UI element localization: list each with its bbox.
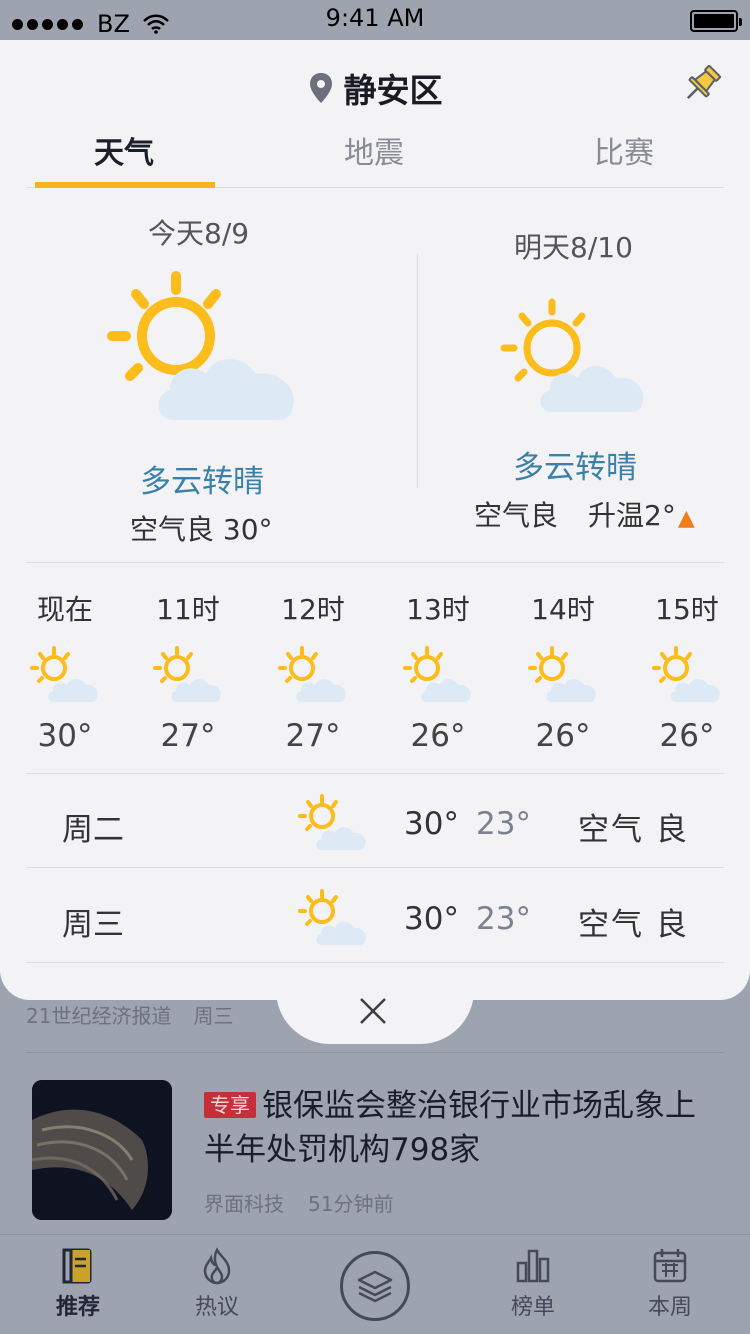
today-condition: 多云转晴 [140, 464, 264, 500]
daily-day: 周三 [62, 907, 124, 943]
tab-weather[interactable]: 天气 [94, 128, 154, 172]
close-icon[interactable] [357, 995, 389, 1027]
section-divider [26, 562, 724, 563]
daily-day: 周二 [62, 812, 124, 848]
tab-recommend-label: 推荐 [55, 1295, 100, 1320]
hour-temp: 30° [37, 718, 93, 754]
feed-divider [26, 1052, 724, 1053]
tab-ranking-label: 榜单 [510, 1295, 555, 1320]
battery-icon [690, 10, 742, 32]
location-header[interactable]: 静安区 [0, 64, 750, 112]
bar-chart-icon [516, 1249, 550, 1283]
daily-air: 空气 良 [578, 907, 689, 943]
today-air-temp: 空气良 30° [130, 513, 273, 546]
exclusive-tag: 专享 [204, 1092, 256, 1118]
center-menu-button[interactable] [340, 1251, 410, 1321]
daily-high: 30° [404, 806, 459, 842]
hour-item: 12时 27° [258, 588, 368, 754]
flame-icon [203, 1247, 231, 1285]
tab-earthquake[interactable]: 地震 [344, 128, 404, 172]
daily-low: 23° [476, 806, 531, 842]
partly-cloudy-sunny-icon [30, 646, 98, 702]
hour-temp: 27° [285, 718, 341, 754]
category-tabs: 天气 地震 比赛 [26, 120, 724, 188]
hour-time: 13时 [406, 593, 470, 626]
partly-cloudy-sunny-icon [652, 646, 720, 702]
hour-item: 15时 26° [632, 588, 742, 754]
tab-recommend[interactable]: 推荐 [33, 1247, 123, 1321]
hour-time: 12时 [281, 593, 345, 626]
daily-low: 23° [476, 901, 531, 937]
hour-temp: 26° [535, 718, 591, 754]
news-card[interactable]: 专享 银保监会整治银行业市场乱象上半年处罚机构798家 界面科技 51分钟前 [32, 1080, 722, 1225]
status-bar: BZ 9:41 AM [0, 0, 750, 40]
vertical-divider [417, 254, 418, 488]
bottom-tab-bar: 推荐 热议 榜单 本周 [0, 1234, 750, 1334]
tomorrow-condition: 多云转晴 [513, 450, 637, 486]
partly-cloudy-sunny-icon [298, 794, 366, 850]
news-time: 51分钟前 [308, 1192, 394, 1216]
partly-cloudy-sunny-icon [278, 646, 346, 702]
arrow-up-icon: ▲ [677, 506, 695, 531]
hour-temp: 26° [410, 718, 466, 754]
news-meta: 界面科技 51分钟前 [204, 1188, 393, 1217]
location-name: 静安区 [343, 71, 443, 110]
prev-article-time: 周三 [193, 1004, 234, 1028]
hour-temp: 26° [659, 718, 715, 754]
hour-time: 11时 [156, 593, 220, 626]
hour-time: 现在 [36, 593, 93, 626]
hour-item: 13时 26° [383, 588, 493, 754]
prev-article-meta: 21世纪经济报道 周三 [26, 1000, 233, 1029]
active-tab-indicator [35, 182, 215, 188]
tomorrow-label: 明天8/10 [514, 231, 633, 264]
tab-hot-label: 热议 [194, 1295, 239, 1320]
tomorrow-air: 空气良 [474, 499, 559, 532]
partly-cloudy-sunny-icon [528, 646, 596, 702]
tab-week[interactable]: 本周 [625, 1247, 715, 1321]
daily-row[interactable]: 周三 30° 23° 空气 良 [26, 869, 724, 963]
pushpin-icon [686, 65, 721, 100]
book-icon [62, 1248, 92, 1284]
hour-temp: 27° [160, 718, 216, 754]
weather-sheet: 静安区 天气 地震 比赛 今天8/9 明天8/10 多云转晴 空气良 30° 多… [0, 40, 750, 1000]
layers-icon [357, 1270, 393, 1303]
today-label: 今天8/9 [148, 217, 250, 250]
daily-air: 空气 良 [578, 812, 689, 848]
partly-cloudy-sunny-icon [403, 646, 471, 702]
tab-ranking[interactable]: 榜单 [488, 1247, 578, 1321]
news-thumbnail [32, 1080, 172, 1220]
partly-cloudy-sunny-icon [298, 889, 366, 945]
hour-item: 11时 27° [133, 588, 243, 754]
calendar-icon [653, 1249, 687, 1283]
status-time: 9:41 AM [325, 4, 425, 32]
hour-item: 14时 26° [508, 588, 618, 754]
news-title-text: 银保监会整治银行业市场乱象上半年处罚机构798家 [204, 1088, 696, 1168]
partly-cloudy-sunny-icon [153, 646, 221, 702]
daily-high: 30° [404, 901, 459, 937]
tomorrow-air-row: 空气良 升温2°▲ [474, 494, 695, 534]
tab-match[interactable]: 比赛 [594, 128, 654, 172]
partly-cloudy-sunny-icon [107, 271, 294, 420]
location-pin-icon [309, 73, 332, 103]
hour-time: 14时 [531, 593, 595, 626]
tomorrow-trend: 升温2°▲ [588, 499, 695, 532]
tab-week-label: 本周 [647, 1295, 692, 1320]
pin-button[interactable] [680, 62, 724, 110]
daily-row[interactable]: 周二 30° 23° 空气 良 [26, 774, 724, 868]
hour-time: 15时 [655, 593, 719, 626]
tab-hot[interactable]: 热议 [172, 1247, 262, 1321]
partly-cloudy-sunny-icon-small [500, 298, 644, 412]
hour-item: 现在 30° [10, 588, 120, 754]
prev-article-source: 21世纪经济报道 [26, 1004, 172, 1028]
news-title[interactable]: 专享 银保监会整治银行业市场乱象上半年处罚机构798家 [204, 1084, 724, 1172]
news-source: 界面科技 [204, 1192, 284, 1216]
